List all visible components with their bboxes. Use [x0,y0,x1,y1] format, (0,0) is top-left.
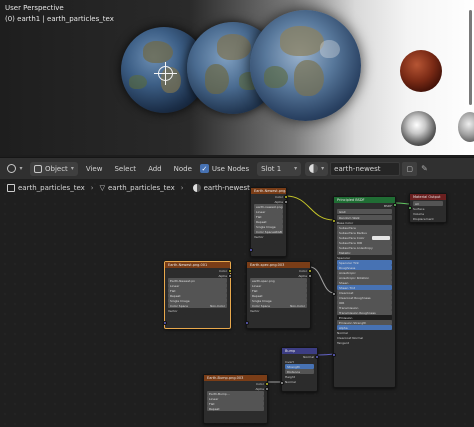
gizmo-sphere [458,112,474,142]
socket-vector-in[interactable] [163,321,167,325]
3d-cursor-icon[interactable] [158,66,173,81]
colorspace-value: Non-Color [290,303,305,308]
image-file-name: earth-newest.png [256,204,283,209]
viewport-perspective-label: User Perspective [5,4,64,12]
viewport-object-label: (0) earth1 | earth_particles_tex [5,15,114,23]
colorspace-label: Color Space [252,303,270,308]
distribution-dropdown[interactable]: GGX [337,209,392,214]
socket-alpha-out[interactable] [228,274,232,278]
socket-color-out[interactable] [228,269,232,273]
material-icon [309,164,319,173]
checkmark-icon: ✓ [199,164,209,173]
breadcrumb-mesh[interactable]: earth_particles_tex [108,184,175,192]
image-file-name: Earth-Newest.pn [170,278,196,283]
mesh-icon: ▽ [99,184,105,192]
extension-dropdown[interactable]: Repeat [207,406,264,411]
node-title: Material Output [410,194,446,200]
chevron-down-icon: ▾ [19,165,23,172]
socket-vector-in[interactable] [249,248,253,252]
image-texture-node-left[interactable]: Earth-Newest.png.001 Color Alpha Earth-N… [163,261,232,329]
material-name-field[interactable]: earth-newest [330,161,401,176]
subsurface-color-label: Subsurface Color [339,235,365,240]
socket-alpha-out[interactable] [284,200,288,204]
chevron-down-icon: ▾ [294,165,298,172]
socket-vector-in[interactable] [245,321,249,325]
bump-node[interactable]: Bump Normal Invert Strength Distance Hei… [280,347,319,392]
image-file-name: Earth-Bump... [209,391,230,396]
socket-height-in[interactable] [280,381,284,385]
breadcrumb-object[interactable]: earth_particles_tex [18,184,85,192]
colorspace-value: Non-Color [210,303,225,308]
output-bsdf: BSDF [384,203,392,208]
menu-select[interactable]: Select [110,162,140,176]
breadcrumb: earth_particles_tex › ▽ earth_particles_… [4,181,250,195]
editor-type-icon [7,164,17,173]
breadcrumb-separator-icon: › [180,184,184,192]
object-icon [7,184,15,192]
breadcrumb-separator-icon: › [90,184,94,192]
link-bsdf-to-surface [395,202,411,205]
principled-bsdf-node[interactable]: Principled BSDF BSDF GGX Random Walk Bas… [332,196,397,388]
socket-alpha-out[interactable] [308,274,312,278]
image-file-name: earth-spec.png [252,278,275,283]
socket-color-out[interactable] [265,382,269,386]
subsurface-color-field[interactable]: Subsurface Color [337,235,392,240]
object-mode-label: Object [45,164,68,173]
socket-color-out[interactable] [308,269,312,273]
3d-viewport[interactable]: User Perspective (0) earth1 | earth_part… [0,0,474,155]
socket-specular-in[interactable] [332,292,336,296]
editor-type-button[interactable]: ▾ [4,162,26,176]
socket-surface-in[interactable] [408,206,412,210]
shader-editor-header: ▾ Object ▾ View Select Add Node ✓ Use No… [0,157,474,179]
hdri-preview-sphere [401,111,436,146]
slot-dropdown[interactable]: Slot 1 ▾ [257,161,302,176]
image-texture-node-bump[interactable]: Earth-Bump.png.003 Color Alpha Earth-Bum… [203,374,269,424]
image-texture-node-spec[interactable]: Earth-spec.png.003 Color Alpha earth-spe… [245,261,312,329]
viewport-scrollbar[interactable] [469,10,472,105]
subsurface-color-swatch [372,235,390,240]
input-vector: Vector [168,308,178,313]
socket-alpha-out[interactable] [265,387,269,391]
input-normal: Normal [285,379,296,384]
chevron-down-icon: ▾ [321,165,325,172]
input-vector: Vector [254,234,264,239]
use-nodes-label: Use Nodes [211,164,250,173]
colorspace-value: sRGB [273,229,282,234]
link-spec-to-specular [309,266,335,294]
slot-label: Slot 1 [261,164,282,173]
colorspace-field[interactable]: Color Space sRGB [254,229,283,234]
earth-globe-3[interactable] [250,10,361,121]
material-preview-sphere [400,50,442,92]
input-tangent: Tangent [337,340,349,345]
menu-node[interactable]: Node [170,162,196,176]
colorspace-label: Color Space [256,229,274,234]
material-output-node[interactable]: Material Output All Surface Volume Displ… [408,193,447,223]
socket-normal-out[interactable] [315,355,319,359]
material-browse-button[interactable]: ▾ [305,161,329,176]
image-file-field[interactable]: earth-newest.png [254,204,283,209]
socket-normal-in[interactable] [332,353,336,357]
chevron-down-icon: ▾ [70,165,74,172]
breadcrumb-material[interactable]: earth-newest [204,184,250,192]
menu-view[interactable]: View [82,162,107,176]
input-displacement: Displacement [413,216,434,221]
socket-bsdf-out[interactable] [393,203,397,207]
menu-add[interactable]: Add [144,162,166,176]
copy-material-icon[interactable]: ▢ [402,161,418,176]
material-icon [192,184,201,192]
socket-basecolor-in[interactable] [332,219,336,223]
colorspace-label: Color Space [170,303,188,308]
pin-icon[interactable]: ✎ [421,162,428,176]
object-mode-dropdown[interactable]: Object ▾ [30,161,78,176]
node-canvas[interactable]: earth_particles_tex › ▽ earth_particles_… [0,179,474,427]
link-color-to-basecolor [285,195,335,221]
object-icon [34,164,42,173]
input-vector: Vector [250,308,260,313]
image-texture-node-top[interactable]: Earth-Newest.png.003 Color Alpha earth-n… [249,187,288,257]
use-nodes-toggle[interactable]: ✓ Use Nodes [199,162,250,176]
socket-color-out[interactable] [284,195,288,199]
